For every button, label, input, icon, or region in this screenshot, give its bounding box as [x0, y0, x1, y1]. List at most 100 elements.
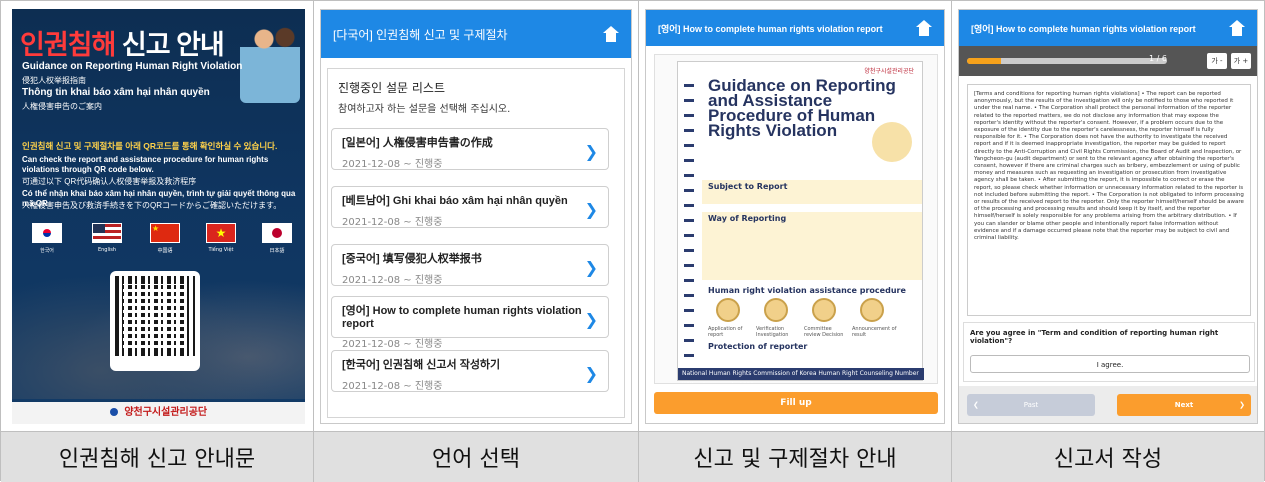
- survey-item-japanese[interactable]: [일본어] 人権侵害申告書の作成 2021-12-08 ~ 진행중 ❯: [331, 128, 609, 170]
- flag-japan-icon: [262, 223, 292, 243]
- survey-title: [한국어] 인권침해 신고서 작성하기: [342, 359, 501, 371]
- survey-title: [중국어] 填写侵犯人权举报书: [342, 253, 482, 265]
- magnifier-step-icon: [764, 298, 788, 322]
- chevron-right-icon: ❯: [584, 258, 598, 277]
- poster-en-title: Guidance on Reporting Human Right Violat…: [22, 61, 243, 72]
- step-label: Verification Investigation: [756, 326, 789, 338]
- guide-page: 양천구시설관리공단 Guidance on Reporting and Assi…: [677, 61, 924, 383]
- doc-org: 양천구시설관리공단: [864, 68, 914, 75]
- step-label: Committee review Decision: [804, 326, 844, 338]
- font-decrease-button[interactable]: 가 -: [1207, 53, 1227, 69]
- survey-list-title: 진행중인 설문 리스트: [338, 81, 445, 95]
- app-header: [다국어] 인권침해 신고 및 구제절차: [321, 10, 631, 58]
- notebook-spiral: [684, 82, 694, 372]
- step-label: Announcement of result: [852, 326, 897, 338]
- flag-label: English: [97, 247, 117, 253]
- chevron-left-icon: ❮: [973, 401, 979, 409]
- header-title: [영어] How to complete human rights violat…: [971, 23, 1196, 34]
- survey-date: 2021-12-08 ~ 진행중: [342, 217, 443, 228]
- survey-item-english[interactable]: [영어] How to complete human rights violat…: [331, 296, 609, 350]
- qr-code[interactable]: [110, 271, 200, 371]
- survey-item-chinese[interactable]: [중국어] 填写侵犯人权举报书 2021-12-08 ~ 진행중 ❯: [331, 244, 609, 286]
- survey-date: 2021-12-08 ~ 진행중: [342, 339, 443, 350]
- home-icon[interactable]: [916, 20, 932, 36]
- people-illustration: [240, 23, 300, 103]
- notice-poster: 인권침해 신고 안내 Guidance on Reporting Human R…: [12, 9, 305, 424]
- survey-title: [영어] How to complete human rights violat…: [342, 305, 582, 330]
- agree-question: Are you agree in "Term and condition of …: [970, 329, 1219, 345]
- step-label: Application of report: [708, 326, 743, 338]
- chevron-right-icon: ❯: [584, 310, 598, 329]
- announcement-step-icon: [860, 298, 884, 322]
- survey-item-vietnamese[interactable]: [베트남어] Ghi khai báo xâm hại nhân quyền 2…: [331, 186, 609, 228]
- guide-document[interactable]: 양천구시설관리공단 Guidance on Reporting and Assi…: [654, 54, 938, 384]
- committee-step-icon: [812, 298, 836, 322]
- past-button[interactable]: ❮ Past: [967, 394, 1095, 416]
- nav-row: ❮ Past Next ❯: [959, 386, 1257, 423]
- chevron-right-icon: ❯: [584, 142, 598, 161]
- progress-bar: [967, 58, 1167, 64]
- caption-language-select: 언어 선택: [314, 431, 638, 482]
- language-select-screen: [다국어] 인권침해 신고 및 구제절차 진행중인 설문 리스트 참여하고자 하…: [320, 9, 632, 424]
- fill-up-button[interactable]: Fill up: [654, 392, 938, 414]
- survey-date: 2021-12-08 ~ 진행중: [342, 381, 443, 392]
- guide-screen: [영어] How to complete human rights violat…: [645, 9, 945, 424]
- way-heading: Way of Reporting: [708, 214, 787, 223]
- agree-option[interactable]: I agree.: [970, 355, 1250, 373]
- qr-note-cn: 可通过以下 QR代码确认人权侵害举报及救济程序: [22, 177, 197, 186]
- caption-notice: 인권침해 신고 안내문: [1, 431, 313, 482]
- font-increase-button[interactable]: 가 +: [1231, 53, 1251, 69]
- caption-guide: 신고 및 구제절차 안내: [639, 431, 951, 482]
- flag-label: Tiếng Việt: [208, 247, 234, 253]
- poster-vi-title: Thông tin khai báo xâm hại nhân quyền: [22, 87, 210, 98]
- header-title: [다국어] 인권침해 신고 및 구제절차: [333, 27, 508, 42]
- progress-text: 1 / 6: [1149, 54, 1167, 63]
- doc-title: Guidance on Reporting and Assistance Pro…: [708, 76, 896, 140]
- report-step-icon: [716, 298, 740, 322]
- poster-title: 인권침해 신고 안내: [20, 30, 225, 60]
- survey-item-korean[interactable]: [한국어] 인권침해 신고서 작성하기 2021-12-08 ~ 진행중 ❯: [331, 350, 609, 392]
- next-button[interactable]: Next ❯: [1117, 394, 1251, 416]
- next-label: Next: [1174, 401, 1194, 409]
- progress-fill: [967, 58, 1001, 64]
- poster-footer-text: 양천구시설관리공단: [124, 407, 208, 418]
- divider: [313, 1, 314, 482]
- chevron-right-icon: ❯: [584, 200, 598, 219]
- flag-usa-icon: [92, 223, 122, 243]
- caption-form: 신고서 작성: [952, 431, 1264, 482]
- progress-area: 1 / 6 가 - 가 +: [959, 46, 1257, 76]
- chevron-right-icon: ❯: [584, 364, 598, 383]
- doc-footer: National Human Rights Commission of Kore…: [678, 368, 924, 383]
- terms-text: [Terms and conditions for reporting huma…: [967, 84, 1251, 316]
- reporter-illustration: [872, 122, 912, 162]
- assist-heading: Human right violation assistance procedu…: [708, 286, 906, 295]
- survey-date: 2021-12-08 ~ 진행중: [342, 159, 443, 170]
- org-logo-icon: [109, 408, 118, 416]
- report-form-screen: [영어] How to complete human rights violat…: [958, 9, 1258, 424]
- flag-label: 中国语: [157, 248, 173, 254]
- figure-frame: 인권침해 신고 안내 Guidance on Reporting Human R…: [0, 0, 1265, 482]
- poster-footer: 양천구시설관리공단: [12, 402, 305, 424]
- survey-date: 2021-12-08 ~ 진행중: [342, 275, 443, 286]
- survey-title: [일본어] 人権侵害申告書の作成: [342, 137, 493, 149]
- home-icon[interactable]: [1229, 20, 1245, 36]
- divider: [638, 1, 639, 482]
- agree-question-box: Are you agree in "Term and condition of …: [963, 322, 1255, 382]
- home-icon[interactable]: [603, 26, 619, 42]
- qr-note-en: Can check the report and assistance proc…: [22, 155, 269, 174]
- app-header: [영어] How to complete human rights violat…: [959, 10, 1257, 46]
- flag-korea-icon: [32, 223, 62, 243]
- flag-vietnam-icon: ★: [206, 223, 236, 243]
- survey-title: [베트남어] Ghi khai báo xâm hại nhân quyền: [342, 195, 568, 207]
- flag-china-icon: ★: [150, 223, 180, 243]
- qr-note-ko: 인권침해 신고 및 구제절차를 아래 QR코드를 통해 확인하실 수 있습니다.: [22, 141, 278, 151]
- qr-note-jp: 人権侵害申告及び救済手続きを下のQRコードからご確認いただけます。: [22, 201, 282, 210]
- divider: [951, 1, 952, 482]
- poster-jp-title: 侵犯人权举报指南: [22, 76, 86, 85]
- flag-label: 한국어: [40, 248, 54, 254]
- survey-list-instruction: 참여하고자 하는 설문을 선택해 주십시오.: [338, 104, 511, 115]
- app-header: [영어] How to complete human rights violat…: [646, 10, 944, 46]
- poster-cn-title: 人権侵害申告のご案内: [22, 102, 102, 111]
- protection-heading: Protection of reporter: [708, 342, 808, 351]
- subject-heading: Subject to Report: [708, 182, 788, 191]
